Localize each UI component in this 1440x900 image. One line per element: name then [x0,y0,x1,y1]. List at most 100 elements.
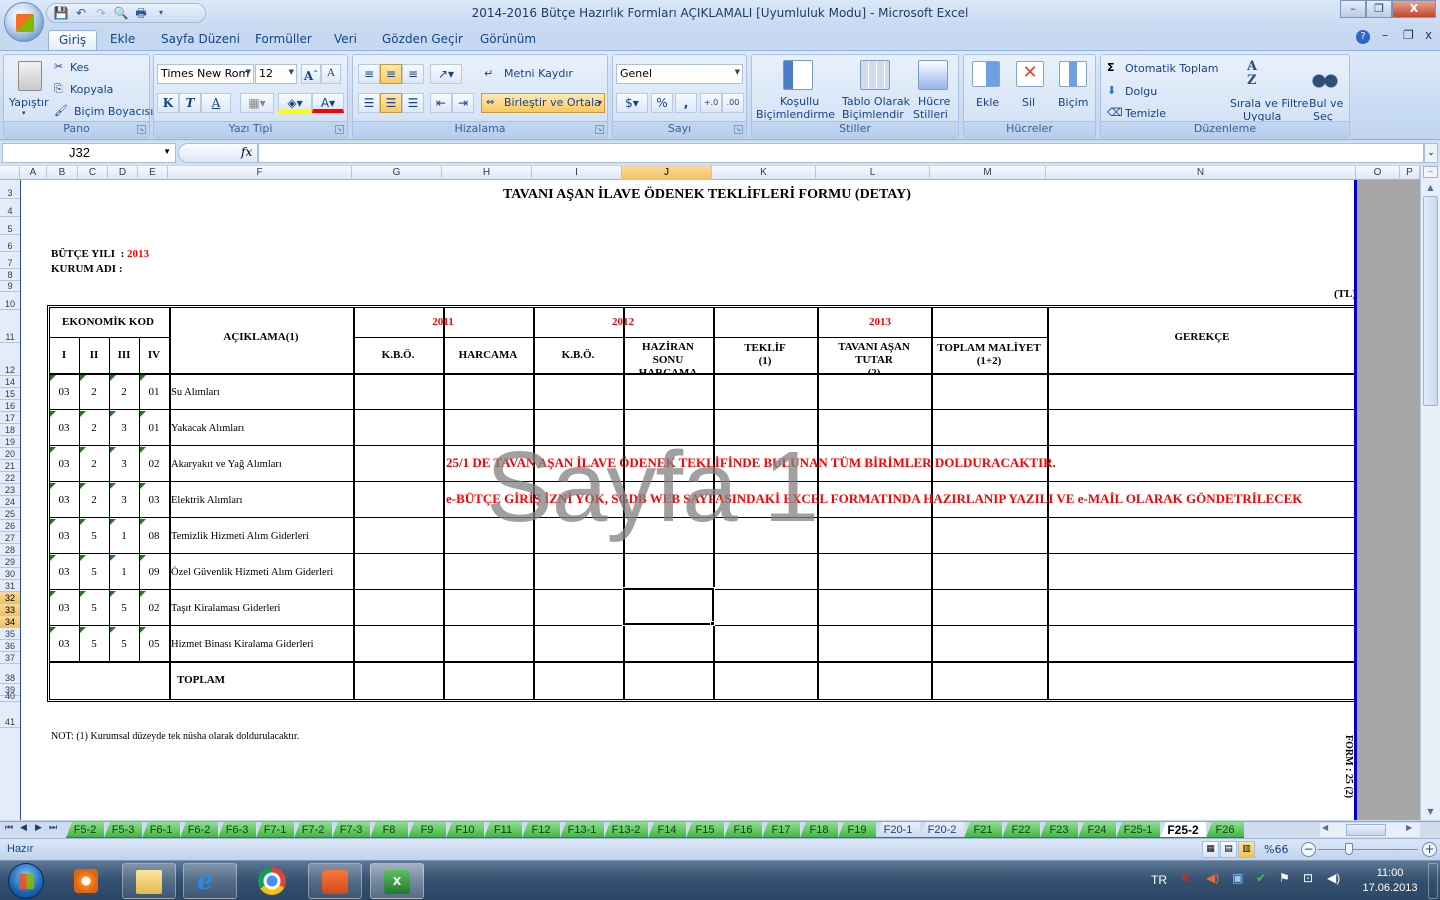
column-header[interactable]: G [352,166,442,180]
sheet-tab[interactable]: F14 [648,822,686,838]
taskbar-explorer[interactable] [122,863,176,899]
sheet-tab[interactable]: F20-2 [920,822,964,838]
workbook-close-icon[interactable]: x [1425,28,1432,42]
row-header[interactable]: 19 [0,436,20,448]
row-header[interactable]: 38 [0,664,20,684]
kaspersky-icon[interactable]: K [1182,871,1191,885]
tab-giris[interactable]: Giriş [48,30,98,50]
column-header-selected[interactable]: J [622,166,712,180]
fx-icon[interactable]: fx [241,145,252,159]
borders-button[interactable]: ▦▾ [240,93,274,113]
delete-cells-button[interactable]: Sil [1022,96,1035,109]
normal-view-button[interactable]: ▦ [1202,841,1219,858]
sheet-tab[interactable]: F25-1 [1116,822,1160,838]
sheet-tab[interactable]: F12 [522,822,560,838]
zoom-level[interactable]: %66 [1264,843,1288,856]
redo-icon[interactable]: ↷ [93,6,109,20]
tab-formuller[interactable]: Formüller [255,30,312,50]
wrap-text-button[interactable]: Metni Kaydır [504,67,573,80]
paste-button[interactable]: Yapıştır [9,96,49,109]
sheet-tab[interactable]: F22 [1002,822,1040,838]
sheet-tab[interactable]: F9 [408,822,446,838]
bold-button[interactable]: K [157,93,179,113]
sheet-tab[interactable]: F15 [686,822,724,838]
next-sheet-icon[interactable]: ▶ [35,823,42,833]
tab-veri[interactable]: Veri [334,30,357,50]
dialog-launcher-icon[interactable]: ↘ [137,125,146,134]
taskbar-excel[interactable]: X [370,863,424,899]
decrease-decimal-button[interactable]: .00 [722,93,744,113]
row-header[interactable]: 34 [0,616,20,628]
description-cell[interactable]: Özel Güvenlik Hizmeti Alım Giderleri [171,555,351,589]
row-header[interactable]: 27 [0,532,20,544]
column-header[interactable]: H [442,166,532,180]
expand-formula-bar-icon[interactable]: ⌄ [1424,143,1438,163]
workbook-restore-icon[interactable]: ❐ [1403,28,1414,42]
restore-button[interactable]: ❐ [1366,0,1392,18]
italic-button[interactable]: T [179,93,201,113]
select-all-corner[interactable] [0,166,20,180]
find-select-label-1[interactable]: Bul ve [1309,97,1343,110]
sheet-tab[interactable]: F20-1 [876,822,920,838]
align-left-button[interactable]: ☰ [358,93,380,113]
autosum-button[interactable]: Otomatik Toplam [1125,62,1218,75]
clock[interactable]: 11:00 17.06.2013 [1360,866,1420,896]
sheet-tab[interactable]: F26 [1206,822,1244,838]
increase-indent-button[interactable]: ⇥ [452,93,474,113]
column-header[interactable]: K [712,166,816,180]
column-header[interactable]: C [78,166,108,180]
usb-safe-remove-icon[interactable]: ✔ [1256,871,1266,885]
cut-button[interactable]: Kes [70,61,89,74]
fill-button[interactable]: Dolgu [1125,85,1157,98]
row-header[interactable]: 16 [0,400,20,412]
row-header[interactable]: 20 [0,448,20,460]
format-as-table-label-1[interactable]: Tablo Olarak [842,95,910,108]
row-header[interactable]: 17 [0,412,20,424]
description-cell[interactable]: Hizmet Binası Kiralama Giderleri [171,627,351,661]
row-header[interactable]: 15 [0,388,20,400]
number-format-select[interactable]: Genel ▼ [616,64,743,84]
chevron-down-icon[interactable]: ▼ [163,147,171,156]
sheet-tab[interactable]: F6-2 [180,822,218,838]
undo-icon[interactable]: ↶ [73,6,89,20]
row-header[interactable]: 11 [0,310,20,343]
grow-font-button[interactable]: A^ [301,64,321,84]
sheet-tab[interactable]: F10 [446,822,484,838]
row-header[interactable]: 30 [0,568,20,580]
sheet-tab[interactable]: F7-1 [256,822,294,838]
workbook-minimize-icon[interactable]: – [1382,28,1388,42]
increase-decimal-button[interactable]: +.0 [700,93,722,113]
speaker-muted-icon[interactable]: ◀) [1206,871,1219,885]
sheet-tab[interactable]: F23 [1040,822,1078,838]
help-icon[interactable]: ? [1356,30,1370,44]
description-cell[interactable]: Temizlik Hizmeti Alım Giderleri [171,519,351,553]
scroll-down-icon[interactable]: ▼ [1423,804,1438,819]
align-right-button[interactable]: ☰ [402,93,424,113]
start-button[interactable] [8,863,44,899]
sheet-tab[interactable]: F5-2 [66,822,104,838]
column-header[interactable]: O [1356,166,1400,180]
save-icon[interactable]: 💾 [53,6,69,20]
column-header[interactable]: P [1400,166,1420,180]
clear-button[interactable]: Temizle [1125,107,1166,120]
row-header[interactable]: 37 [0,652,20,664]
page-break-preview-button[interactable]: ▥ [1238,841,1255,858]
copy-button[interactable]: Kopyala [70,83,113,96]
fill-handle[interactable] [710,621,715,626]
formula-input[interactable] [258,143,1424,163]
row-header[interactable]: 23 [0,484,20,496]
align-center-button[interactable]: ☰ [380,93,402,113]
row-header[interactable]: 22 [0,472,20,484]
column-header[interactable]: F [168,166,352,180]
comma-button[interactable]: , [675,93,697,113]
row-header[interactable]: 25 [0,508,20,520]
column-header[interactable]: A [20,166,47,180]
format-as-table-button[interactable]: Biçimlendir [842,108,904,121]
dialog-launcher-icon[interactable]: ↘ [734,125,743,134]
column-header[interactable]: M [930,166,1046,180]
tab-ekle[interactable]: Ekle [110,30,135,50]
horizontal-scrollbar[interactable]: ◀ ▶ [1320,823,1420,837]
decrease-indent-button[interactable]: ⇤ [430,93,452,113]
row-header[interactable]: 41 [0,702,20,728]
row-header[interactable]: 35 [0,628,20,640]
